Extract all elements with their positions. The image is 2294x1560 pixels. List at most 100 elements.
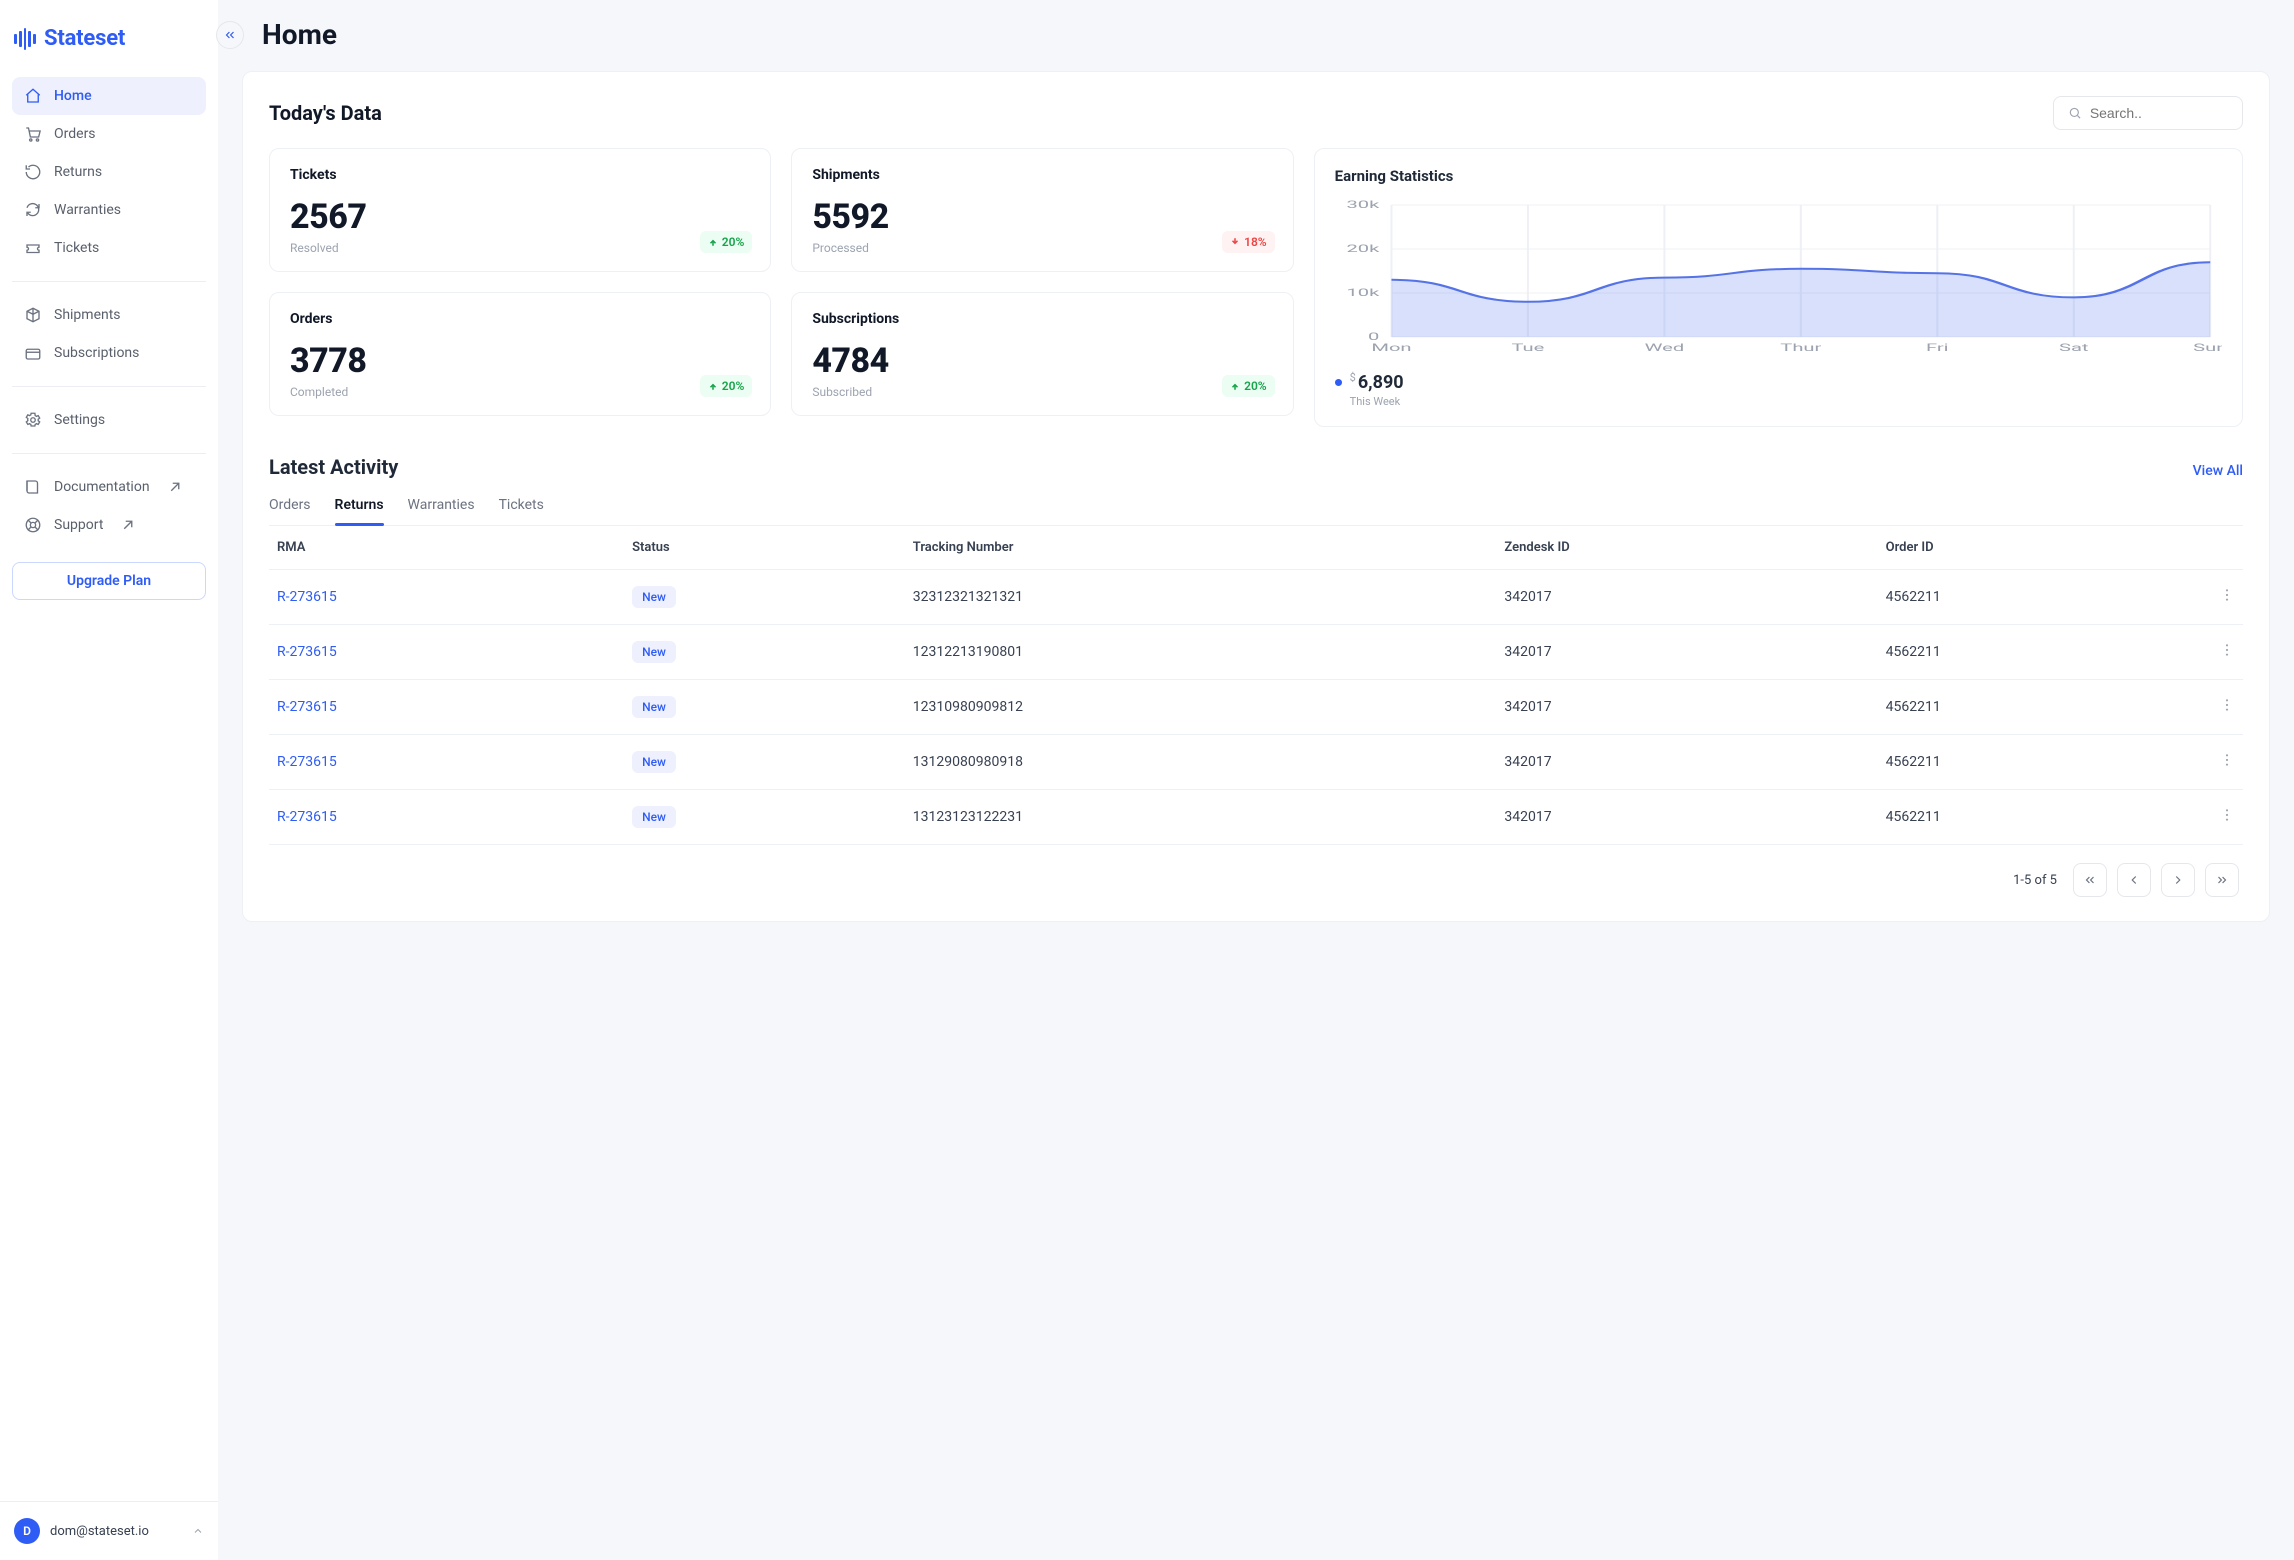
upgrade-plan-button[interactable]: Upgrade Plan [12, 562, 206, 600]
activity-table: RMAStatusTracking NumberZendesk IDOrder … [269, 526, 2243, 845]
status-badge: New [632, 641, 676, 663]
stat-value: 3778 [290, 341, 750, 381]
view-all-link[interactable]: View All [2193, 463, 2243, 479]
pager-next-button[interactable] [2161, 863, 2195, 897]
settings-icon [24, 411, 42, 429]
row-actions-button[interactable] [2219, 642, 2235, 658]
sidebar-item-documentation[interactable]: Documentation [12, 468, 206, 506]
logo-icon [14, 28, 36, 50]
sidebar-item-returns[interactable]: Returns [12, 153, 206, 191]
stat-card-orders: Orders 3778 Completed 20% [269, 292, 771, 416]
zendesk-cell: 342017 [1496, 790, 1877, 845]
svg-text:Sun: Sun [2193, 342, 2222, 354]
sidebar-item-settings[interactable]: Settings [12, 401, 206, 439]
chart-total: $6,890 [1335, 371, 2222, 393]
support-icon [24, 516, 42, 534]
status-badge: New [632, 696, 676, 718]
search-input[interactable] [2090, 105, 2228, 121]
tracking-cell: 32312321321321 [905, 570, 1497, 625]
stat-sub: Subscribed [812, 385, 1272, 399]
table-row: R-273615 New 12312213190801 342017 45622… [269, 625, 2243, 680]
sidebar-item-support[interactable]: Support [12, 506, 206, 544]
status-badge: New [632, 806, 676, 828]
col-status: Status [624, 526, 905, 570]
order-cell: 4562211 [1878, 625, 2211, 680]
home-icon [24, 87, 42, 105]
sidebar-item-label: Tickets [54, 240, 99, 256]
stat-value: 4784 [812, 341, 1272, 381]
col-zendesk-id: Zendesk ID [1496, 526, 1877, 570]
sidebar-item-label: Warranties [54, 202, 121, 218]
legend-dot [1335, 379, 1342, 386]
sidebar-item-label: Orders [54, 126, 96, 142]
status-cell: New [624, 735, 905, 790]
chevron-left-double-icon [223, 28, 237, 42]
arrow-up-icon [708, 237, 718, 247]
documentation-icon [24, 478, 42, 496]
pager-prev-button[interactable] [2117, 863, 2151, 897]
stat-card-subscriptions: Subscriptions 4784 Subscribed 20% [791, 292, 1293, 416]
zendesk-cell: 342017 [1496, 735, 1877, 790]
tab-orders[interactable]: Orders [269, 491, 311, 525]
dashboard-panel: Today's Data Tickets 2567 Resolved 20% O… [242, 71, 2270, 922]
status-badge: New [632, 586, 676, 608]
returns-icon [24, 163, 42, 181]
sidebar-item-shipments[interactable]: Shipments [12, 296, 206, 334]
row-actions-button[interactable] [2219, 587, 2235, 603]
page-title: Home [262, 18, 337, 51]
row-actions-button[interactable] [2219, 752, 2235, 768]
svg-text:10k: 10k [1346, 287, 1380, 299]
status-cell: New [624, 680, 905, 735]
sidebar-item-label: Support [54, 517, 103, 533]
order-cell: 4562211 [1878, 790, 2211, 845]
rma-link[interactable]: R-273615 [269, 680, 624, 735]
pager-first-button[interactable] [2073, 863, 2107, 897]
order-cell: 4562211 [1878, 735, 2211, 790]
stat-sub: Processed [812, 241, 1272, 255]
activity-tabs: Orders Returns Warranties Tickets [269, 491, 2243, 526]
earning-chart: 010k20k30kMonTueWedThurFriSatSun [1335, 199, 2222, 359]
pager-last-button[interactable] [2205, 863, 2239, 897]
sidebar-item-label: Subscriptions [54, 345, 139, 361]
table-row: R-273615 New 13123123122231 342017 45622… [269, 790, 2243, 845]
tab-tickets[interactable]: Tickets [499, 491, 544, 525]
svg-text:30k: 30k [1346, 199, 1380, 211]
svg-text:20k: 20k [1346, 243, 1380, 255]
row-actions-button[interactable] [2219, 697, 2235, 713]
stat-label: Orders [290, 311, 750, 327]
col-order-id: Order ID [1878, 526, 2211, 570]
zendesk-cell: 342017 [1496, 680, 1877, 735]
sidebar-item-subscriptions[interactable]: Subscriptions [12, 334, 206, 372]
earning-statistics-card: Earning Statistics 010k20k30kMonTueWedTh… [1314, 148, 2243, 427]
rma-link[interactable]: R-273615 [269, 570, 624, 625]
section-today-title: Today's Data [269, 101, 382, 125]
brand-logo[interactable]: Stateset [0, 0, 218, 71]
col-tracking-number: Tracking Number [905, 526, 1497, 570]
zendesk-cell: 342017 [1496, 570, 1877, 625]
stat-label: Shipments [812, 167, 1272, 183]
col-rma: RMA [269, 526, 624, 570]
svg-text:Sat: Sat [2059, 342, 2089, 354]
rma-link[interactable]: R-273615 [269, 790, 624, 845]
sidebar-item-tickets[interactable]: Tickets [12, 229, 206, 267]
stat-value: 5592 [812, 197, 1272, 237]
sidebar-item-warranties[interactable]: Warranties [12, 191, 206, 229]
sidebar-item-label: Home [54, 88, 92, 104]
tracking-cell: 12312213190801 [905, 625, 1497, 680]
status-cell: New [624, 570, 905, 625]
row-actions-button[interactable] [2219, 807, 2235, 823]
status-badge: New [632, 751, 676, 773]
sidebar-item-orders[interactable]: Orders [12, 115, 206, 153]
tab-warranties[interactable]: Warranties [408, 491, 475, 525]
user-menu[interactable]: D dom@stateset.io [0, 1501, 218, 1560]
sidebar-item-home[interactable]: Home [12, 77, 206, 115]
svg-text:Tue: Tue [1511, 342, 1544, 354]
rma-link[interactable]: R-273615 [269, 625, 624, 680]
collapse-sidebar-button[interactable] [216, 21, 244, 49]
search-box[interactable] [2053, 96, 2243, 130]
table-row: R-273615 New 13129080980918 342017 45622… [269, 735, 2243, 790]
tab-returns[interactable]: Returns [335, 491, 384, 525]
stat-label: Tickets [290, 167, 750, 183]
topbar: Home [218, 0, 2294, 57]
rma-link[interactable]: R-273615 [269, 735, 624, 790]
